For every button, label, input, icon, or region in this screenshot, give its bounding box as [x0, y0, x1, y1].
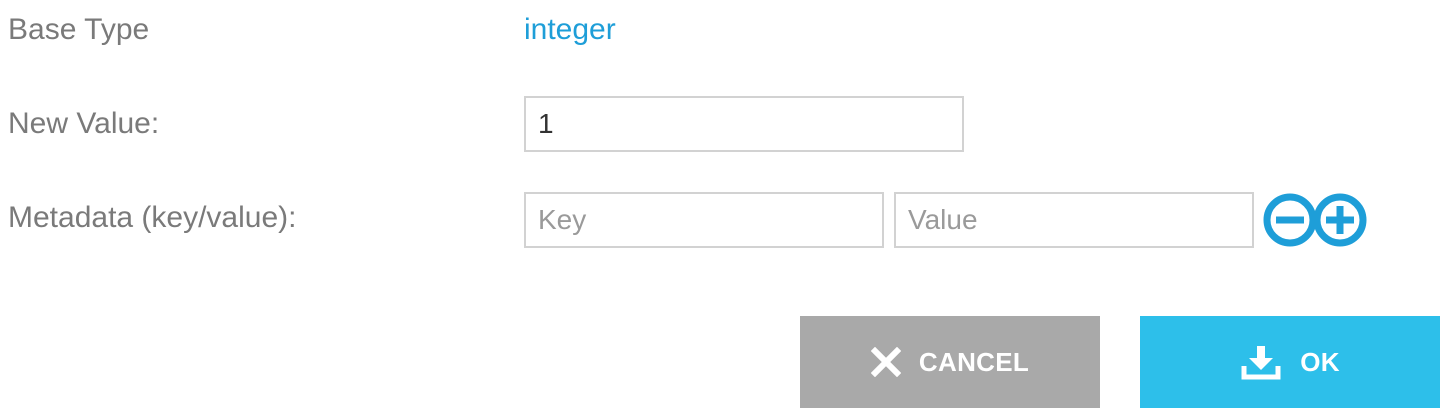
ok-button-label: OK [1300, 346, 1340, 377]
base-type-label: Base Type [8, 13, 150, 46]
metadata-label: Metadata (key/value): [8, 201, 297, 234]
new-value-label: New Value: [8, 107, 160, 140]
x-icon [870, 347, 901, 377]
minus-circle-icon [1263, 193, 1317, 247]
add-metadata-button[interactable] [1312, 192, 1368, 248]
cancel-button-label: CANCEL [918, 346, 1030, 377]
edit-value-dialog: Base Type integer New Value: Metadata (k… [0, 0, 1446, 418]
download-icon [1241, 346, 1281, 380]
base-type-value: integer [524, 13, 616, 46]
metadata-key-input[interactable] [524, 192, 884, 248]
cancel-button[interactable]: CANCEL [800, 316, 1100, 408]
new-value-input[interactable] [524, 96, 964, 152]
remove-metadata-button[interactable] [1262, 192, 1318, 248]
ok-button[interactable]: OK [1140, 316, 1440, 408]
plus-circle-icon [1313, 193, 1367, 247]
metadata-value-input[interactable] [894, 192, 1254, 248]
